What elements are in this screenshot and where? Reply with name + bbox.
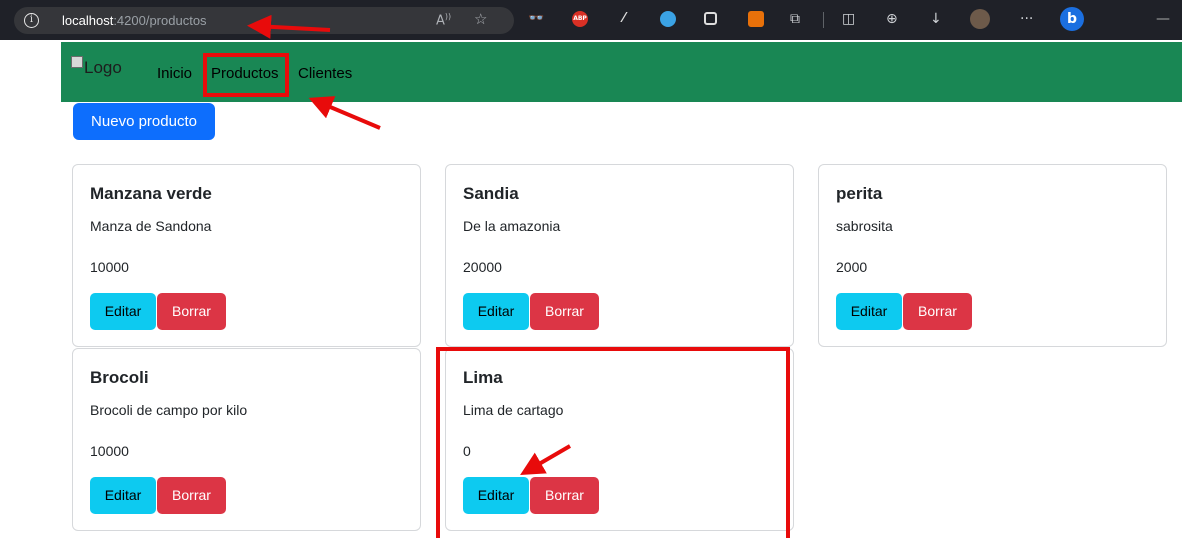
edit-arrow bbox=[520, 444, 572, 476]
annotation-arrows bbox=[247, 14, 572, 476]
productos-arrow bbox=[308, 96, 381, 130]
url-arrow bbox=[247, 14, 331, 39]
